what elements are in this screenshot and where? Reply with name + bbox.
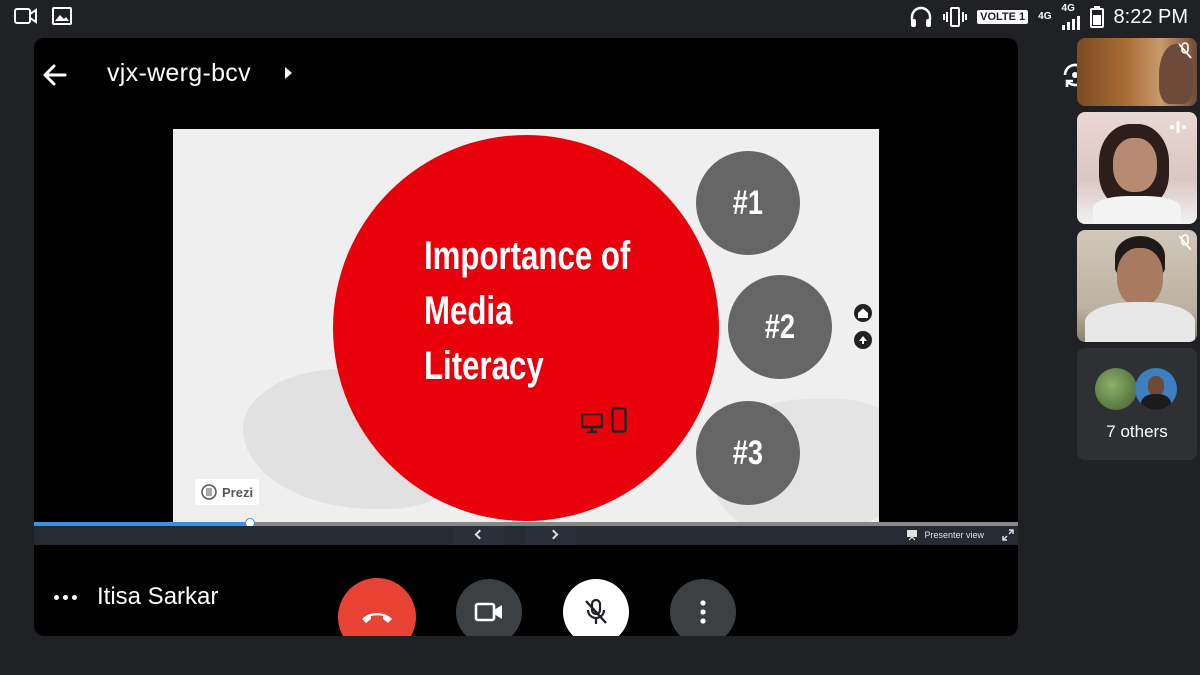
slide-title-line: Media [424, 289, 513, 333]
slide-title-line: Literacy [424, 344, 544, 388]
chevron-left-icon [474, 529, 485, 540]
presentation-control-bar: Presenter view [34, 526, 1018, 545]
arrow-up-icon [859, 336, 867, 344]
camera-button[interactable] [456, 579, 522, 636]
back-arrow-icon[interactable] [38, 58, 72, 92]
participant-tile[interactable] [1077, 230, 1197, 342]
prezi-logo-icon [201, 484, 217, 500]
previous-button[interactable] [454, 526, 504, 545]
participant-tile[interactable] [1077, 112, 1197, 224]
participant-face [1148, 376, 1164, 396]
participant-face [1117, 248, 1163, 306]
fullscreen-icon[interactable] [1002, 529, 1014, 541]
status-bar: VOLTE 1 4G 4G 8:22 PM [0, 0, 1200, 36]
participant-shirt [1141, 394, 1171, 410]
screen-record-icon [14, 8, 37, 24]
participant-shirt [1085, 302, 1195, 342]
microphone-off-icon [585, 598, 607, 624]
topic-circle-3[interactable]: #3 [696, 401, 800, 505]
more-options-button[interactable] [670, 579, 736, 636]
video-camera-icon [474, 602, 502, 622]
presenter-name-row: Itisa Sarkar [54, 583, 218, 611]
mic-off-icon [1178, 234, 1192, 251]
devices-icon [581, 407, 627, 433]
presenter-view-icon [907, 530, 918, 541]
chevron-right-icon [548, 529, 559, 540]
presenter-view-button[interactable]: Presenter view [906, 529, 984, 541]
more-dots-icon[interactable] [54, 594, 77, 600]
home-icon [858, 308, 868, 318]
presenter-view-label: Presenter view [924, 530, 984, 540]
prezi-brand: Prezi [222, 484, 254, 500]
meeting-code[interactable]: vjx-werg-bcv [107, 59, 251, 88]
slide-title-line: Importance of [424, 234, 631, 278]
phone-icon [611, 407, 627, 433]
presenter-name: Itisa Sarkar [97, 583, 219, 610]
expand-caret-icon[interactable] [285, 67, 292, 79]
microphone-button[interactable] [563, 579, 629, 636]
audio-level-icon [1170, 121, 1186, 133]
prezi-logo: Prezi [195, 479, 260, 505]
others-count: 7 others [1106, 422, 1168, 441]
others-tile[interactable]: 7 others [1077, 348, 1197, 460]
phone-hangup-icon [362, 613, 392, 623]
meeting-top-bar: vjx-werg-bcv [34, 38, 1018, 112]
network-type-2: 4G [1061, 3, 1075, 14]
end-call-button[interactable] [338, 578, 416, 636]
network-type-1: 4G [1038, 11, 1052, 22]
participant-shirt [1093, 196, 1181, 224]
home-button[interactable] [854, 304, 872, 322]
presentation-stage: vjx-werg-bcv Importance of Media Literac… [34, 38, 1018, 636]
next-button[interactable] [526, 526, 576, 545]
participant-tile-self[interactable] [1077, 38, 1197, 106]
signal-icon [1061, 14, 1080, 30]
participant-face [1113, 138, 1157, 192]
mic-off-icon [1178, 42, 1192, 59]
vibrate-icon [943, 7, 968, 27]
volte-badge: VOLTE 1 [977, 10, 1029, 24]
presentation-slide: Importance of Media Literacy #1 #2 #3 Pr… [173, 129, 879, 523]
gallery-icon [52, 7, 72, 25]
monitor-icon [581, 413, 603, 433]
topic-circle-2[interactable]: #2 [728, 275, 832, 379]
clock: 8:22 PM [1113, 5, 1188, 28]
up-button[interactable] [854, 331, 872, 349]
headset-icon [910, 6, 932, 27]
more-vertical-icon [700, 600, 706, 624]
participant-avatar [1135, 368, 1177, 410]
topic-circle-1[interactable]: #1 [696, 151, 800, 255]
slide-title: Importance of Media Literacy [424, 229, 635, 394]
participant-avatar [1095, 368, 1137, 410]
battery-icon [1089, 6, 1104, 28]
